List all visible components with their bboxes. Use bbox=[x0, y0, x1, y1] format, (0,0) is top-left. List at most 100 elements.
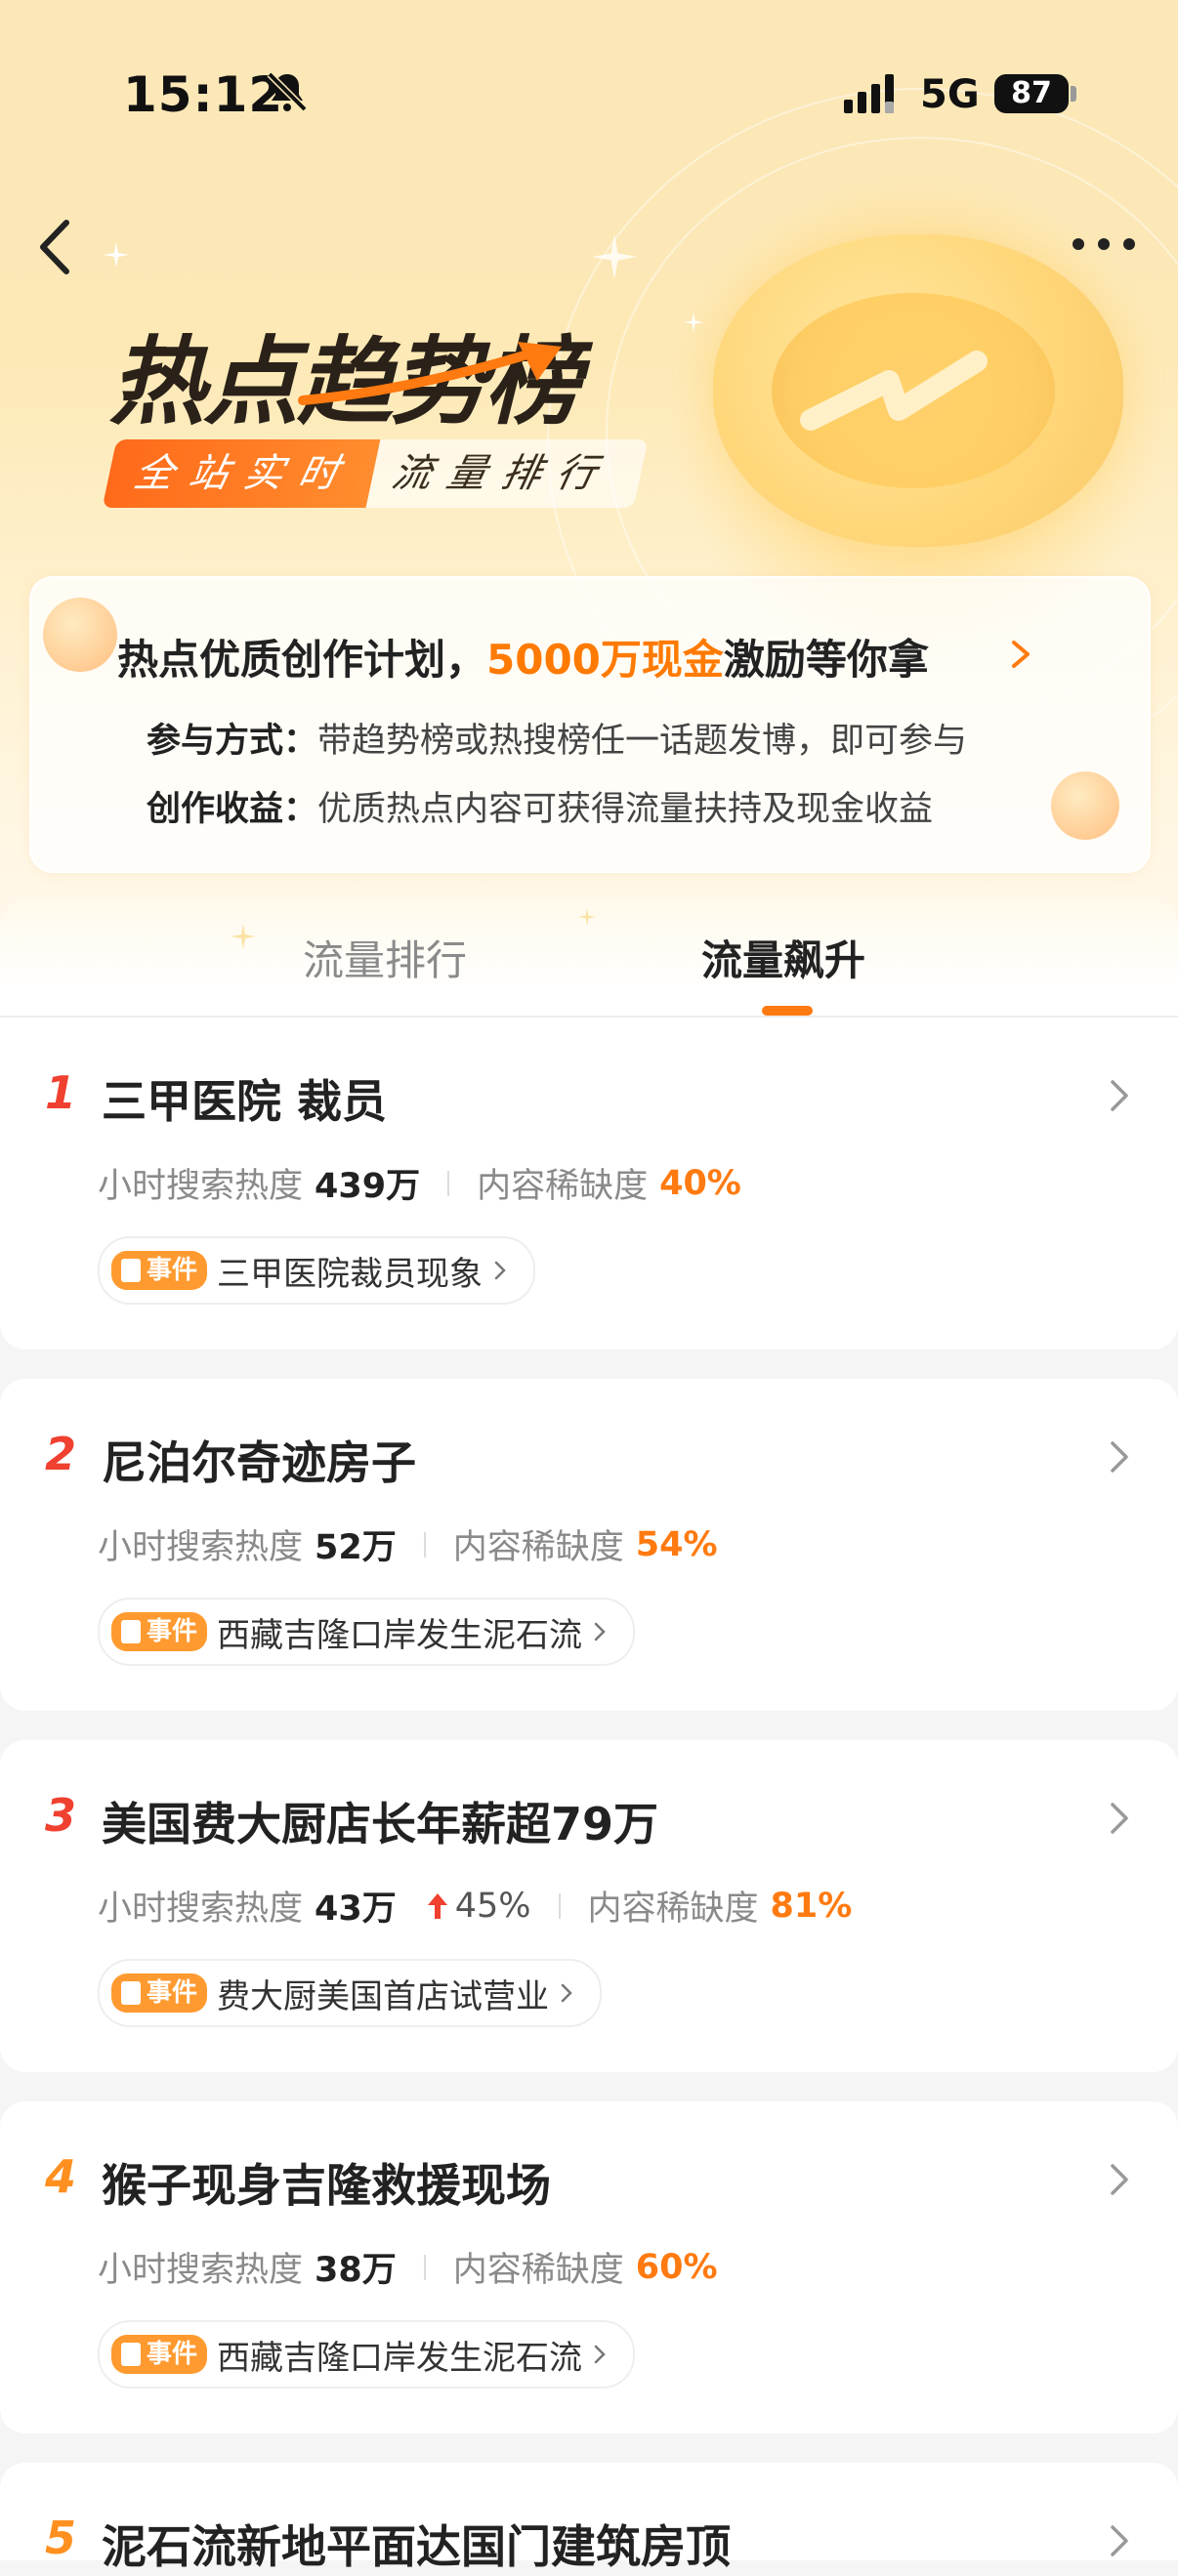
search-heat-value: 439万 bbox=[315, 1167, 421, 1206]
document-icon bbox=[121, 1981, 141, 2005]
search-heat-value: 38万 bbox=[315, 2251, 397, 2290]
coin-icon bbox=[43, 598, 117, 672]
sparkle-icon bbox=[231, 924, 256, 949]
scarcity-value: 54% bbox=[635, 1524, 718, 1564]
event-name: 西藏吉隆口岸发生泥石流 bbox=[217, 1615, 583, 1655]
signal-icon bbox=[844, 74, 894, 113]
sparkle-icon bbox=[592, 234, 637, 279]
chevron-right-icon[interactable] bbox=[1106, 2158, 1133, 2201]
back-button[interactable] bbox=[29, 213, 88, 281]
more-options-button[interactable] bbox=[1065, 225, 1143, 264]
tab-traffic-surge[interactable]: 流量飙升 bbox=[701, 928, 865, 987]
item-meta: 小时搜索热度 439万 内容稀缺度 40% bbox=[98, 1158, 741, 1208]
battery-tip bbox=[1071, 86, 1076, 102]
plan-participation-text: 带趋势榜或热搜榜任一话题发博，即可参与 bbox=[317, 722, 968, 761]
rank-number: 2 bbox=[45, 1428, 77, 1480]
search-heat-label: 小时搜索热度 bbox=[98, 2251, 304, 2290]
chevron-right-icon bbox=[561, 1983, 572, 2003]
item-meta: 小时搜索热度 38万 内容稀缺度 60% bbox=[98, 2242, 718, 2292]
search-heat-label: 小时搜索热度 bbox=[98, 1528, 304, 1567]
sparkle-icon bbox=[684, 312, 703, 332]
status-time: 15:12 bbox=[123, 66, 284, 123]
chevron-right-icon[interactable] bbox=[1106, 1797, 1133, 1840]
arrow-up-icon bbox=[427, 1892, 447, 1919]
plan-title-suffix: 激励等你拿 bbox=[723, 636, 929, 684]
scarcity-value: 81% bbox=[770, 1886, 853, 1926]
event-tag: 事件 bbox=[111, 1612, 208, 1651]
event-tag: 事件 bbox=[111, 1251, 208, 1290]
event-chip[interactable]: 事件 西藏吉隆口岸发生泥石流 bbox=[98, 1598, 636, 1666]
document-icon bbox=[121, 1620, 141, 1643]
meta-divider bbox=[423, 2254, 426, 2280]
document-icon bbox=[121, 1259, 141, 1282]
event-tag: 事件 bbox=[111, 1974, 208, 2013]
scarcity-value: 40% bbox=[659, 1163, 741, 1203]
event-tag-label: 事件 bbox=[147, 1256, 198, 1285]
scarcity-label: 内容稀缺度 bbox=[587, 1890, 759, 1929]
rank-number: 3 bbox=[45, 1789, 77, 1842]
meta-divider bbox=[447, 1170, 450, 1196]
event-name: 三甲医院裁员现象 bbox=[217, 1254, 484, 1294]
scarcity-value: 60% bbox=[635, 2247, 718, 2287]
item-meta: 小时搜索热度 52万 内容稀缺度 54% bbox=[98, 1519, 718, 1569]
event-tag-label: 事件 bbox=[147, 2340, 198, 2369]
heat-change-value: 45% bbox=[454, 1886, 531, 1926]
search-heat-label: 小时搜索热度 bbox=[98, 1890, 304, 1929]
plan-earnings-text: 优质热点内容可获得流量扶持及现金收益 bbox=[317, 790, 934, 829]
chevron-right-icon[interactable] bbox=[1106, 1435, 1133, 1478]
banner-subtitle: 全站实时 流量排行 bbox=[102, 439, 649, 508]
rank-number: 1 bbox=[45, 1066, 77, 1119]
banner-tag-primary: 全站实时 bbox=[102, 439, 381, 508]
meta-divider bbox=[423, 1531, 426, 1558]
banner-tag-secondary: 流量排行 bbox=[365, 439, 649, 508]
item-meta: 小时搜索热度 43万 45% 内容稀缺度 81% bbox=[98, 1881, 852, 1931]
event-tag: 事件 bbox=[111, 2335, 208, 2374]
event-chip[interactable]: 事件 三甲医院裁员现象 bbox=[98, 1236, 536, 1305]
scarcity-label: 内容稀缺度 bbox=[452, 1528, 624, 1567]
item-title[interactable]: 泥石流新地平面达国门建筑房顶 bbox=[102, 2512, 731, 2576]
item-title[interactable]: 尼泊尔奇迹房子 bbox=[102, 1428, 416, 1492]
event-tag-label: 事件 bbox=[147, 1978, 198, 2008]
trend-bolt-icon bbox=[800, 351, 988, 431]
event-name: 费大厨美国首店试营业 bbox=[217, 1976, 550, 2016]
event-name: 西藏吉隆口岸发生泥石流 bbox=[217, 2338, 583, 2378]
chevron-right-icon[interactable] bbox=[1106, 1074, 1133, 1117]
plan-title-prefix: 热点优质创作计划， bbox=[117, 636, 487, 684]
chevron-right-icon[interactable] bbox=[1006, 635, 1035, 674]
search-heat-value: 52万 bbox=[315, 1528, 397, 1567]
sparkle-icon bbox=[104, 242, 129, 268]
event-chip[interactable]: 事件 费大厨美国首店试营业 bbox=[98, 1959, 603, 2027]
network-type: 5G bbox=[920, 72, 980, 117]
rank-number: 4 bbox=[45, 2150, 77, 2203]
scarcity-label: 内容稀缺度 bbox=[477, 1167, 649, 1206]
meta-divider bbox=[558, 1892, 561, 1919]
tab-traffic-rank[interactable]: 流量排行 bbox=[303, 928, 467, 987]
coin-icon bbox=[1051, 771, 1119, 840]
item-title[interactable]: 三甲医院 裁员 bbox=[102, 1066, 387, 1131]
scarcity-label: 内容稀缺度 bbox=[452, 2251, 624, 2290]
search-heat-label: 小时搜索热度 bbox=[98, 1167, 304, 1206]
document-icon bbox=[121, 2343, 141, 2366]
plan-participation-label: 参与方式： bbox=[147, 722, 318, 761]
battery-indicator: 87 bbox=[994, 74, 1069, 113]
item-title[interactable]: 美国费大厨店长年薪超79万 bbox=[102, 1789, 658, 1853]
chevron-right-icon bbox=[494, 1261, 506, 1280]
trend-arrow-icon bbox=[298, 342, 562, 405]
event-tag-label: 事件 bbox=[147, 1617, 198, 1646]
sparkle-icon bbox=[578, 908, 596, 926]
chevron-right-icon bbox=[594, 2345, 606, 2364]
plan-earnings-label: 创作收益： bbox=[147, 790, 318, 829]
event-chip[interactable]: 事件 西藏吉隆口岸发生泥石流 bbox=[98, 2320, 636, 2389]
bell-muted-icon bbox=[267, 71, 308, 112]
tab-active-indicator bbox=[762, 1006, 813, 1016]
plan-title-highlight: 5000万现金 bbox=[486, 636, 724, 684]
plan-participation: 参与方式：带趋势榜或热搜榜任一话题发博，即可参与 bbox=[147, 713, 967, 763]
item-title[interactable]: 猴子现身吉隆救援现场 bbox=[102, 2150, 551, 2215]
rank-number: 5 bbox=[45, 2512, 77, 2564]
chevron-right-icon[interactable] bbox=[1106, 2519, 1133, 2562]
heat-change: 45% bbox=[426, 1887, 531, 1926]
plan-title[interactable]: 热点优质创作计划，5000万现金激励等你拿 bbox=[117, 627, 929, 686]
search-heat-value: 43万 bbox=[315, 1890, 397, 1929]
chevron-right-icon bbox=[594, 1622, 606, 1641]
plan-earnings: 创作收益：优质热点内容可获得流量扶持及现金收益 bbox=[147, 781, 933, 831]
